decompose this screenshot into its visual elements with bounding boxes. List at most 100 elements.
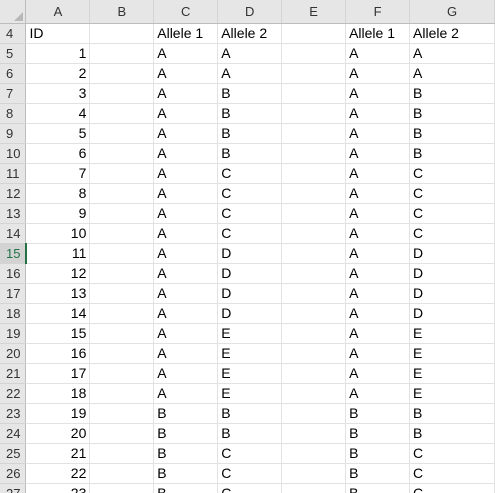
cell-b[interactable] (89, 323, 155, 344)
row-header[interactable]: 18 (0, 303, 27, 324)
cell-e[interactable] (281, 343, 347, 364)
row-header[interactable]: 12 (0, 183, 27, 204)
cell-g[interactable]: D (409, 283, 495, 304)
cell-e[interactable] (281, 143, 347, 164)
cell-a[interactable]: 2 (25, 63, 91, 84)
cell-e[interactable] (281, 23, 347, 44)
cell-e[interactable] (281, 123, 347, 144)
cell-a[interactable]: 7 (25, 163, 91, 184)
cell-a[interactable]: 23 (25, 483, 91, 493)
cell-d[interactable]: B (217, 123, 283, 144)
row-header[interactable]: 17 (0, 283, 27, 304)
cell-g[interactable]: C (409, 223, 495, 244)
cell-c[interactable]: A (153, 83, 219, 104)
cell-a[interactable]: 16 (25, 343, 91, 364)
cell-d[interactable]: D (217, 263, 283, 284)
cell-c[interactable]: B (153, 443, 219, 464)
cell-a[interactable]: 9 (25, 203, 91, 224)
column-header-b[interactable]: B (89, 0, 155, 24)
cell-g[interactable]: Allele 2 (409, 23, 495, 44)
cell-b[interactable] (89, 343, 155, 364)
cell-d[interactable]: B (217, 83, 283, 104)
cell-f[interactable]: A (345, 183, 411, 204)
cell-e[interactable] (281, 203, 347, 224)
cell-e[interactable] (281, 103, 347, 124)
row-header[interactable]: 15 (0, 243, 27, 264)
cell-d[interactable]: D (217, 303, 283, 324)
cell-g[interactable]: D (409, 303, 495, 324)
cell-e[interactable] (281, 83, 347, 104)
cell-d[interactable]: C (217, 163, 283, 184)
cell-b[interactable] (89, 23, 155, 44)
cell-f[interactable]: B (345, 443, 411, 464)
cell-d[interactable]: B (217, 423, 283, 444)
cell-d[interactable]: C (217, 183, 283, 204)
cell-e[interactable] (281, 403, 347, 424)
cell-g[interactable]: B (409, 123, 495, 144)
cell-d[interactable]: C (217, 443, 283, 464)
cell-b[interactable] (89, 103, 155, 124)
cell-g[interactable]: A (409, 63, 495, 84)
cell-d[interactable]: Allele 2 (217, 23, 283, 44)
cell-g[interactable]: E (409, 383, 495, 404)
cell-b[interactable] (89, 203, 155, 224)
cell-e[interactable] (281, 63, 347, 84)
cell-d[interactable]: C (217, 483, 283, 493)
column-header-c[interactable]: C (153, 0, 219, 24)
cell-g[interactable]: B (409, 143, 495, 164)
cell-a[interactable]: ID (25, 23, 91, 44)
cell-c[interactable]: A (153, 303, 219, 324)
cell-c[interactable]: B (153, 463, 219, 484)
cell-f[interactable]: A (345, 263, 411, 284)
cell-d[interactable]: B (217, 103, 283, 124)
row-header[interactable]: 23 (0, 403, 27, 424)
cell-d[interactable]: E (217, 343, 283, 364)
cell-b[interactable] (89, 163, 155, 184)
row-header[interactable]: 7 (0, 83, 27, 104)
cell-b[interactable] (89, 403, 155, 424)
cell-e[interactable] (281, 383, 347, 404)
cell-f[interactable]: A (345, 323, 411, 344)
cell-g[interactable]: E (409, 323, 495, 344)
cell-c[interactable]: A (153, 63, 219, 84)
cell-g[interactable]: B (409, 423, 495, 444)
cell-a[interactable]: 17 (25, 363, 91, 384)
cell-a[interactable]: 5 (25, 123, 91, 144)
cell-f[interactable]: B (345, 403, 411, 424)
cell-g[interactable]: B (409, 103, 495, 124)
cell-f[interactable]: A (345, 343, 411, 364)
cell-c[interactable]: A (153, 283, 219, 304)
cell-f[interactable]: A (345, 163, 411, 184)
cell-f[interactable]: A (345, 243, 411, 264)
cell-d[interactable]: D (217, 243, 283, 264)
row-header[interactable]: 21 (0, 363, 27, 384)
cell-f[interactable]: A (345, 63, 411, 84)
row-header[interactable]: 27 (0, 483, 27, 493)
row-header[interactable]: 9 (0, 123, 27, 144)
row-header[interactable]: 4 (0, 23, 27, 44)
cell-e[interactable] (281, 243, 347, 264)
cell-f[interactable]: A (345, 383, 411, 404)
cell-g[interactable]: C (409, 203, 495, 224)
cell-d[interactable]: B (217, 143, 283, 164)
cell-b[interactable] (89, 243, 155, 264)
cell-g[interactable]: A (409, 43, 495, 64)
cell-a[interactable]: 6 (25, 143, 91, 164)
cell-c[interactable]: A (153, 203, 219, 224)
cell-c[interactable]: A (153, 323, 219, 344)
row-header[interactable]: 10 (0, 143, 27, 164)
cell-e[interactable] (281, 323, 347, 344)
row-header[interactable]: 6 (0, 63, 27, 84)
row-header[interactable]: 20 (0, 343, 27, 364)
cell-f[interactable]: A (345, 203, 411, 224)
cell-a[interactable]: 10 (25, 223, 91, 244)
cell-a[interactable]: 14 (25, 303, 91, 324)
cell-c[interactable]: A (153, 363, 219, 384)
row-header[interactable]: 16 (0, 263, 27, 284)
cell-a[interactable]: 22 (25, 463, 91, 484)
cell-a[interactable]: 13 (25, 283, 91, 304)
cell-b[interactable] (89, 303, 155, 324)
cell-g[interactable]: C (409, 163, 495, 184)
row-header[interactable]: 11 (0, 163, 27, 184)
cell-f[interactable]: A (345, 303, 411, 324)
